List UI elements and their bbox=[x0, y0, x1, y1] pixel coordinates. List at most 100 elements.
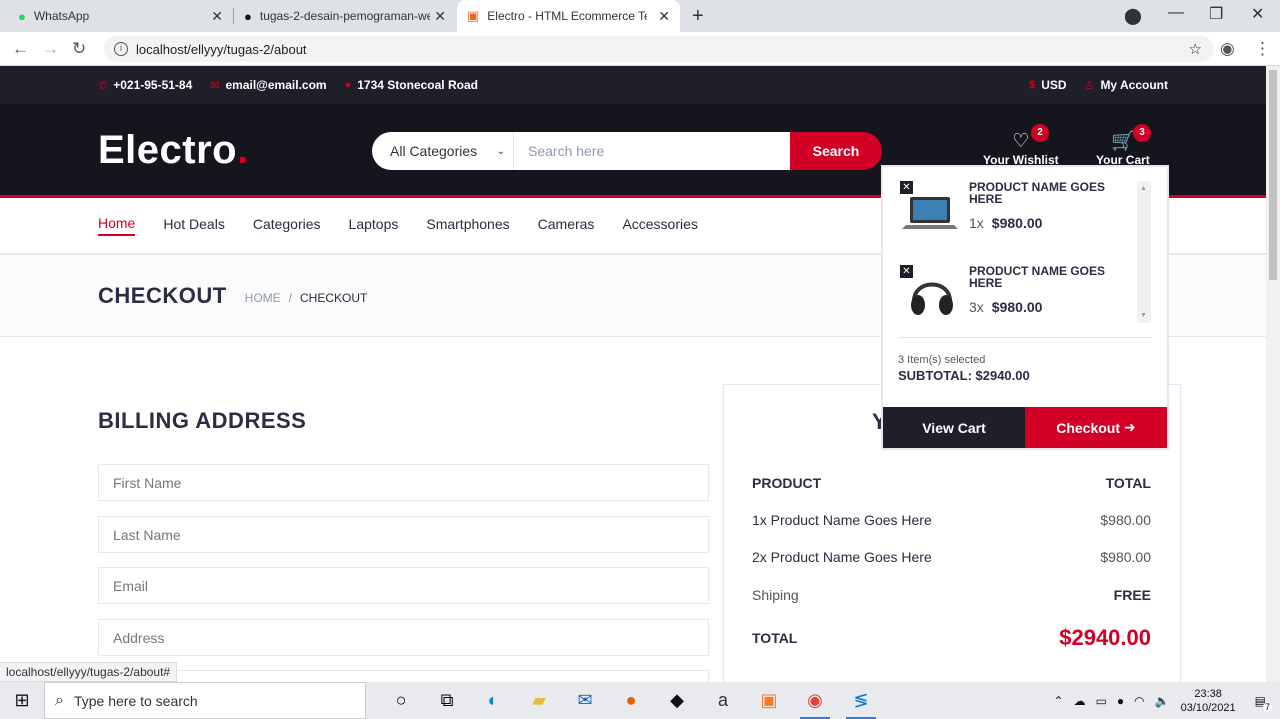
cart-link[interactable]: 🛒 Your Cart 3 bbox=[1096, 124, 1151, 167]
address-link[interactable]: ● 1734 Stonecoal Road bbox=[345, 78, 478, 92]
category-select[interactable]: All Categories ⌄ bbox=[372, 132, 514, 170]
amazon-icon[interactable]: a bbox=[700, 682, 746, 719]
xampp-icon[interactable]: ▣ bbox=[746, 682, 792, 719]
nav-item-cameras[interactable]: Cameras bbox=[538, 216, 595, 235]
cart-subtotal: SUBTOTAL: $2940.00 bbox=[898, 368, 1030, 383]
nav-item-categories[interactable]: Categories bbox=[253, 216, 321, 235]
tab-electro[interactable]: ▣ Electro - HTML Ecommerce Template ✕ bbox=[457, 0, 680, 32]
email-link[interactable]: ✉ email@email.com bbox=[210, 78, 326, 92]
nav-item-laptops[interactable]: Laptops bbox=[349, 216, 399, 235]
close-icon[interactable]: ✕ bbox=[434, 8, 446, 25]
cart-item-name[interactable]: PRODUCT NAME GOES HERE bbox=[969, 265, 1139, 289]
close-icon[interactable]: ✕ bbox=[211, 8, 223, 25]
electro-favicon: ▣ bbox=[467, 8, 480, 23]
mail-icon[interactable]: ✉ bbox=[562, 682, 608, 719]
windows-start-icon[interactable]: ⊞ bbox=[0, 682, 44, 719]
billing-title: BILLING ADDRESS bbox=[98, 408, 307, 433]
scroll-down-icon[interactable]: ▼ bbox=[1140, 312, 1147, 319]
cortana-icon[interactable]: ○ bbox=[378, 682, 424, 719]
scroll-up-icon[interactable]: ▲ bbox=[1140, 185, 1147, 192]
account-icon[interactable]: ◉ bbox=[1220, 39, 1235, 59]
taskbar-search-placeholder: Type here to search bbox=[73, 692, 198, 709]
arrow-circle-right-icon: ➜ bbox=[1124, 419, 1136, 435]
minimize-icon[interactable]: — bbox=[1168, 4, 1184, 22]
wishlist-link[interactable]: ♡ Your Wishlist 2 bbox=[983, 124, 1059, 167]
currency-link[interactable]: $ USD bbox=[1029, 78, 1066, 92]
back-icon[interactable]: ← bbox=[12, 39, 29, 59]
breadcrumb-home-link[interactable]: HOME bbox=[245, 291, 281, 305]
search-input[interactable]: Search here bbox=[514, 132, 790, 170]
wifi-icon[interactable]: ◠ bbox=[1134, 694, 1144, 708]
new-tab-icon[interactable]: + bbox=[692, 5, 704, 28]
taskbar-clock[interactable]: 23:38 03/10/2021 bbox=[1181, 687, 1236, 715]
total-row: TOTAL $2940.00 bbox=[752, 625, 1151, 651]
next-field[interactable] bbox=[98, 670, 709, 682]
file-explorer-icon[interactable]: ▰ bbox=[516, 682, 562, 719]
view-cart-button[interactable]: View Cart bbox=[883, 407, 1025, 448]
edge-icon[interactable]: ◐ bbox=[470, 682, 516, 719]
tab-github[interactable]: ● tugas-2-desain-pemograman-web ✕ bbox=[234, 0, 456, 32]
logo[interactable]: Electro. bbox=[98, 128, 249, 173]
order-row-price: $980.00 bbox=[1100, 512, 1151, 528]
address-field[interactable]: Address bbox=[98, 619, 709, 656]
search-button[interactable]: Search bbox=[790, 132, 882, 170]
notifications-icon[interactable]: ▤ 7 bbox=[1255, 694, 1272, 712]
email-field[interactable]: Email bbox=[98, 567, 709, 604]
breadcrumb-current: CHECKOUT bbox=[300, 290, 368, 305]
nav-item-home[interactable]: Home bbox=[98, 215, 136, 236]
items-selected-text: 3 Item(s) selected bbox=[898, 354, 986, 366]
cart-scrollbar[interactable]: ▲ ▼ bbox=[1137, 181, 1151, 323]
cart-summary: 3 Item(s) selected SUBTOTAL: $2940.00 bbox=[898, 337, 1152, 383]
mic-icon[interactable]: ● bbox=[1117, 694, 1124, 708]
cart-item-name[interactable]: PRODUCT NAME GOES HERE bbox=[969, 181, 1139, 205]
whatsapp-icon: ● bbox=[18, 8, 26, 24]
checkout-button[interactable]: Checkout ➜ bbox=[1025, 407, 1167, 448]
task-view-icon[interactable]: ⧉ bbox=[424, 682, 470, 719]
chrome-icon[interactable]: ◉ bbox=[792, 682, 838, 719]
clock-time: 23:38 bbox=[1194, 687, 1222, 700]
status-link-preview: localhost/ellyyy/tugas-2/about# bbox=[0, 662, 178, 682]
tab-whatsapp[interactable]: ● WhatsApp ✕ bbox=[8, 0, 233, 32]
last-name-field[interactable]: Last Name bbox=[98, 516, 709, 553]
first-name-field[interactable]: First Name bbox=[98, 464, 709, 501]
profile-menu-icon[interactable]: ⬤ bbox=[1124, 6, 1142, 26]
order-row: 1x Product Name Goes Here $980.00 bbox=[752, 512, 1151, 528]
maximize-icon[interactable]: ❐ bbox=[1209, 4, 1223, 24]
order-row-price: $980.00 bbox=[1100, 549, 1151, 565]
onedrive-icon[interactable]: ☁ bbox=[1074, 694, 1086, 708]
site-info-icon[interactable]: i bbox=[114, 42, 128, 56]
firefox-icon[interactable]: ● bbox=[608, 682, 654, 719]
remove-item-icon[interactable]: ✕ bbox=[900, 181, 913, 194]
window-close-icon[interactable]: ✕ bbox=[1251, 4, 1264, 24]
nav-item-smartphones[interactable]: Smartphones bbox=[426, 216, 509, 235]
close-icon[interactable]: ✕ bbox=[658, 8, 670, 25]
account-link[interactable]: ♙ My Account bbox=[1085, 78, 1168, 92]
shipping-value: FREE bbox=[1113, 587, 1151, 603]
page-scrollbar[interactable] bbox=[1266, 66, 1280, 682]
reload-icon[interactable]: ↻ bbox=[72, 39, 86, 59]
windows-taskbar: ⊞ ⌕ Type here to search ○ ⧉ ◐ ▰ ✉ ● ◆ a … bbox=[0, 682, 1280, 719]
chevron-up-icon[interactable]: ⌃ bbox=[1054, 694, 1064, 708]
phone-link[interactable]: ✆ +021-95-51-84 bbox=[98, 78, 192, 92]
system-tray: ⌃ ☁ ▭ ● ◠ 🔈 23:38 03/10/2021 ▤ 7 bbox=[1049, 682, 1280, 719]
total-label: TOTAL bbox=[752, 630, 798, 646]
dropbox-icon[interactable]: ◆ bbox=[654, 682, 700, 719]
cart-dropdown: ✕ PRODUCT NAME GOES HERE 1x $980.00 ✕ PRO… bbox=[883, 167, 1167, 448]
order-row-name: 1x Product Name Goes Here bbox=[752, 512, 932, 528]
scrollbar-thumb[interactable] bbox=[1269, 70, 1277, 280]
battery-icon[interactable]: ▭ bbox=[1096, 694, 1107, 708]
chrome-menu-icon[interactable]: ⋮ bbox=[1254, 39, 1271, 59]
url-field[interactable]: i localhost/ellyyy/tugas-2/about ☆ bbox=[104, 36, 1214, 62]
nav-item-accessories[interactable]: Accessories bbox=[622, 216, 697, 235]
bookmark-star-icon[interactable]: ☆ bbox=[1189, 40, 1202, 58]
remove-item-icon[interactable]: ✕ bbox=[900, 265, 913, 278]
volume-icon[interactable]: 🔈 bbox=[1155, 694, 1170, 708]
cart-buttons: View Cart Checkout ➜ bbox=[883, 407, 1167, 448]
taskbar-search-input[interactable]: ⌕ Type here to search bbox=[44, 682, 366, 719]
nav-item-hot-deals[interactable]: Hot Deals bbox=[163, 216, 224, 235]
vscode-icon[interactable]: ≶ bbox=[838, 682, 884, 719]
shipping-row: Shiping FREE bbox=[752, 587, 1151, 603]
cart-label: Your Cart bbox=[1096, 153, 1150, 167]
forward-icon[interactable]: → bbox=[42, 39, 59, 59]
cart-count-badge: 3 bbox=[1133, 124, 1151, 142]
